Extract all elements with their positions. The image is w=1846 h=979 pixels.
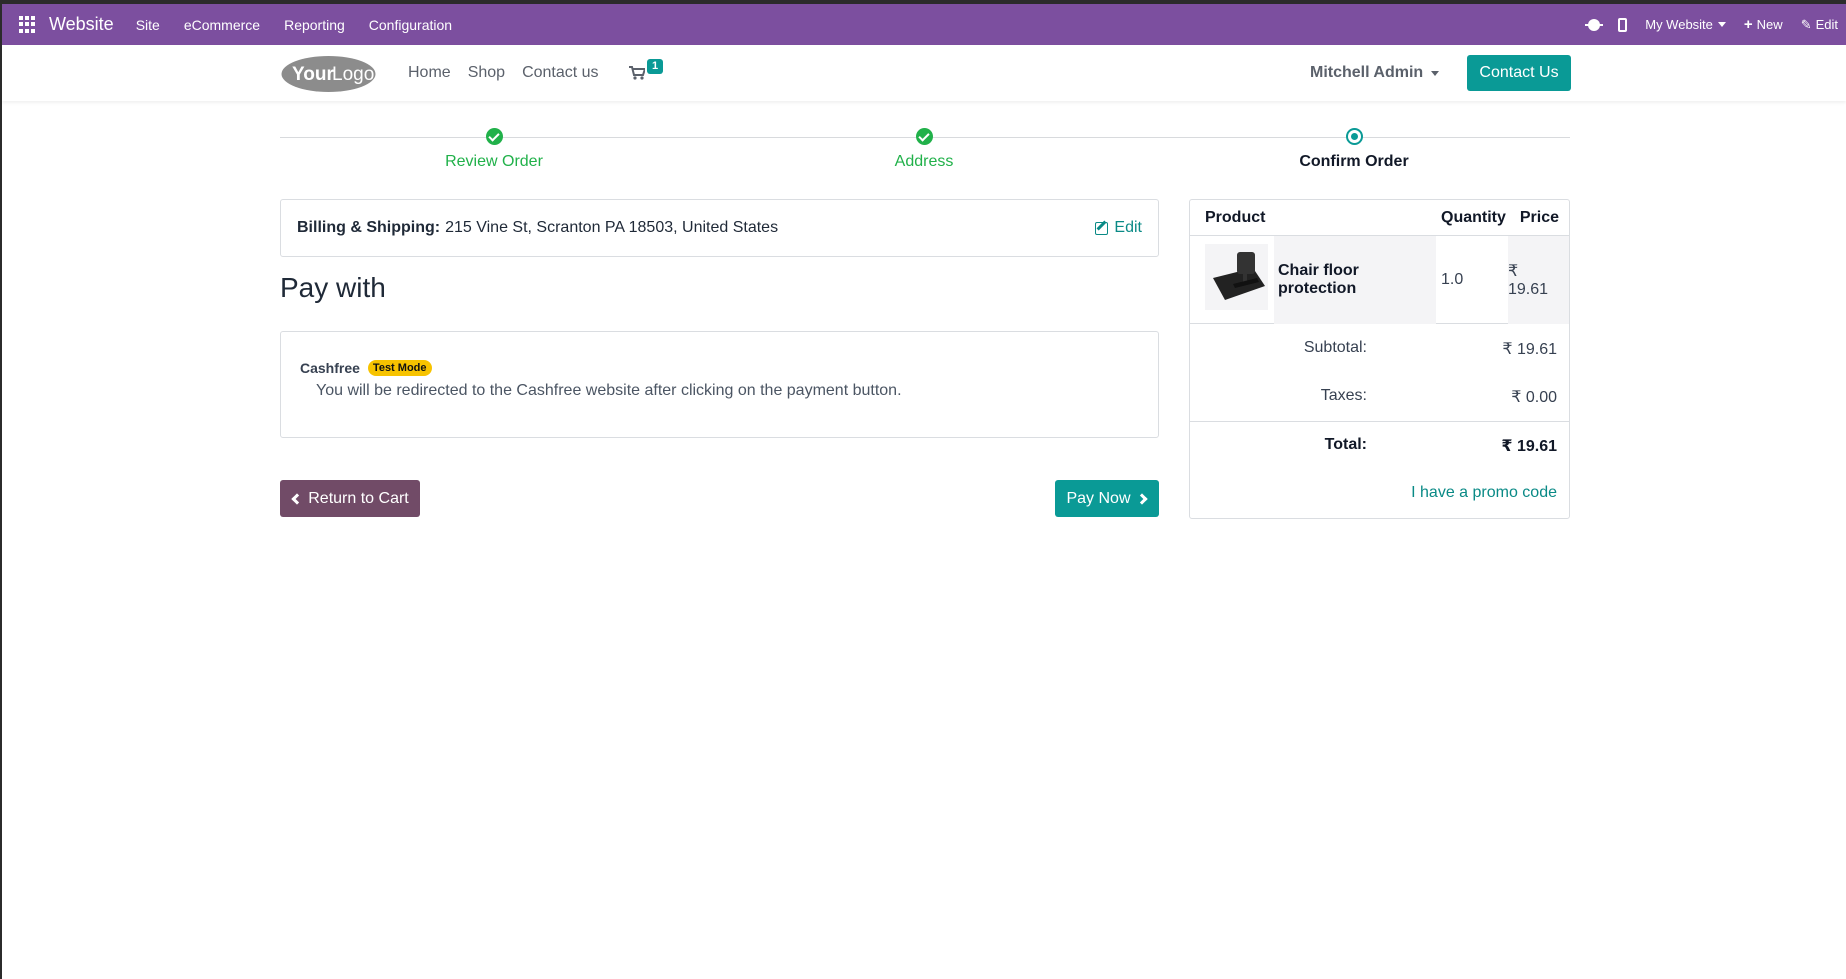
billing-address: 215 Vine St, Scranton PA 18503, United S… [445,219,779,236]
svg-text:Logo: Logo [332,64,374,85]
admin-navbar: Website Site eCommerce Reporting Configu… [2,4,1846,45]
site-logo[interactable]: Your Logo [280,54,377,94]
edit-page-label: Edit [1815,17,1838,32]
nav-shop[interactable]: Shop [468,64,505,82]
product-quantity: 1.0 [1441,271,1464,288]
promo-code-link[interactable]: I have a promo code [1411,484,1557,502]
test-mode-badge: Test Mode [367,360,432,376]
window-frame-left [0,0,2,979]
pay-now-label: Pay Now [1066,489,1131,507]
pay-now-button[interactable]: Pay Now [1055,480,1159,517]
subtotal-value: ₹ 19.61 [1502,341,1557,358]
admin-menu-configuration[interactable]: Configuration [357,17,464,33]
main-nav: Home Shop Contact us [408,45,616,101]
step-label: Review Order [445,153,543,170]
provider-description: You will be redirected to the Cashfree w… [316,382,902,399]
admin-menu-ecommerce[interactable]: eCommerce [172,17,272,33]
return-to-cart-button[interactable]: Return to Cart [280,480,420,517]
check-circle-icon [915,128,933,145]
website-switcher-label: My Website [1645,17,1713,32]
step-review-order[interactable]: Review Order [374,128,614,171]
bug-icon [1585,18,1604,31]
provider-name: Cashfree [300,360,360,376]
header-price: Price [1519,209,1559,226]
new-button[interactable]: + New [1744,16,1783,33]
site-header: Your Logo Home Shop Contact us 1 Mitchel… [2,45,1846,101]
debug-button[interactable] [1585,18,1604,31]
header-product: Product [1205,209,1266,226]
user-menu[interactable]: Mitchell Admin [1310,45,1440,101]
pencil-icon: ✎ [1800,16,1812,32]
edit-icon [1095,221,1109,235]
checkout-progress: Review Order Address Confirm Order [280,110,1570,180]
product-price: ₹ 19.61 [1508,236,1569,324]
taxes-value: ₹ 0.00 [1511,389,1557,406]
step-label: Address [894,153,954,170]
payment-provider-row: Cashfree Test Mode [300,360,432,376]
chevron-right-icon [1135,492,1148,505]
edit-address-label: Edit [1114,219,1142,236]
nav-home[interactable]: Home [408,64,451,82]
return-to-cart-label: Return to Cart [308,489,409,507]
mobile-preview-button[interactable] [1618,17,1628,32]
caret-down-icon [1431,70,1440,76]
step-address[interactable]: Address [804,128,1044,171]
user-name: Mitchell Admin [1310,64,1424,81]
order-summary: Product Quantity Price Chair floor prote… [1189,199,1570,519]
mobile-icon [1618,17,1628,32]
summary-divider [1190,421,1569,422]
cart-count-badge: 1 [647,59,664,74]
caret-down-icon [1717,22,1726,27]
subtotal-label: Subtotal: [1303,339,1367,356]
pay-with-heading: Pay with [280,272,386,303]
cart-icon [629,66,645,80]
admin-menu: Site eCommerce Reporting Configuration [124,17,464,33]
check-circle-icon [485,128,503,145]
website-switcher[interactable]: My Website [1645,17,1726,32]
step-label: Confirm Order [1299,153,1409,170]
edit-page-button[interactable]: ✎ Edit [1801,17,1838,33]
product-thumbnail [1205,244,1268,310]
admin-brand[interactable]: Website [49,14,114,35]
total-value: ₹ 19.61 [1501,438,1557,455]
order-line: Chair floor protection 1.0 ₹ 19.61 [1190,236,1569,324]
apps-grid-icon[interactable] [19,16,36,33]
summary-header: Product Quantity Price [1190,200,1569,236]
total-label: Total: [1324,436,1367,453]
svg-text:Your: Your [292,64,334,85]
admin-menu-site[interactable]: Site [124,17,172,33]
contact-us-button[interactable]: Contact Us [1467,55,1571,91]
payment-method-card[interactable]: Cashfree Test Mode You will be redirecte… [280,331,1159,438]
step-confirm-order: Confirm Order [1234,128,1474,171]
taxes-label: Taxes: [1320,387,1367,404]
admin-right-tools: My Website + New ✎ Edit [1570,4,1838,45]
admin-menu-reporting[interactable]: Reporting [272,17,357,33]
product-name: Chair floor protection [1274,236,1436,324]
current-step-icon [1345,128,1363,145]
plus-icon: + [1743,16,1753,33]
billing-shipping-card: Billing & Shipping: 215 Vine St, Scranto… [280,199,1159,257]
chevron-left-icon [291,492,303,505]
nav-contact-us[interactable]: Contact us [522,64,598,82]
billing-label: Billing & Shipping: [297,219,441,236]
logo-image: Your Logo [281,56,376,92]
new-button-label: New [1756,17,1783,32]
chair-mat-image [1213,252,1265,300]
edit-address-link[interactable]: Edit [1095,200,1142,256]
header-quantity: Quantity [1441,209,1506,226]
cart-link[interactable]: 1 [629,57,669,87]
